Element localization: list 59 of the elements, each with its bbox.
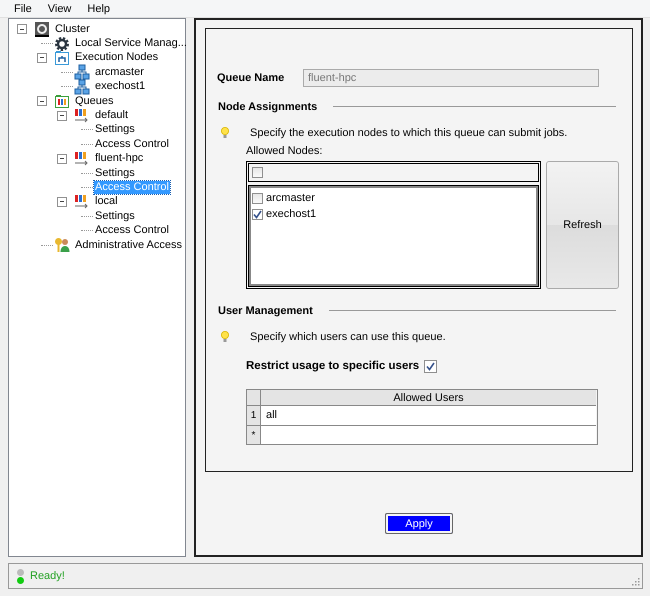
tree-item[interactable]: Cluster xyxy=(54,22,91,36)
row-header: * xyxy=(247,426,261,444)
network-nodes-icon xyxy=(74,64,90,80)
tree-item[interactable]: fluent-hpc xyxy=(94,152,144,166)
tree-item[interactable]: local xyxy=(94,195,119,208)
menu-item[interactable]: View xyxy=(42,2,80,14)
tree-item[interactable]: Queues xyxy=(74,94,115,108)
resize-grip-icon[interactable] xyxy=(630,576,640,586)
tree-item[interactable]: exechost1 xyxy=(94,80,146,94)
table-cell[interactable]: all xyxy=(261,406,596,426)
apply-button[interactable]: Apply xyxy=(385,513,453,534)
field-label: Allowed Nodes: xyxy=(246,145,324,158)
hint-text: Specify the execution nodes to which this queue can submit jobs. xyxy=(250,127,568,139)
collapse-icon[interactable] xyxy=(37,96,47,106)
table-cell[interactable] xyxy=(261,426,596,444)
lightbulb-icon xyxy=(221,127,229,139)
menu-item[interactable]: File xyxy=(8,2,40,14)
tree-item[interactable]: default xyxy=(94,109,130,122)
checkbox[interactable] xyxy=(252,192,263,204)
collapse-icon[interactable] xyxy=(57,154,67,164)
tree-item[interactable]: Execution Nodes xyxy=(74,51,160,64)
checkbox[interactable] xyxy=(424,360,438,372)
tree-item[interactable]: Settings xyxy=(94,123,136,136)
refresh-button[interactable]: Refresh xyxy=(546,161,619,289)
bar-folder-icon xyxy=(54,93,70,110)
key-person-icon xyxy=(54,237,70,254)
list-item[interactable]: arcmaster xyxy=(266,192,315,204)
tree-item[interactable]: Settings xyxy=(94,210,136,223)
menu-item[interactable]: Help xyxy=(81,2,118,14)
checkbox-label: Restrict usage to specific users xyxy=(246,360,420,372)
bars-arrow-icon xyxy=(74,150,90,167)
section-heading: Node Assignments xyxy=(217,100,318,112)
tree-item[interactable]: arcmaster xyxy=(94,66,145,79)
bars-arrow-icon xyxy=(74,194,90,210)
hint-text: Specify which users can use this queue. xyxy=(250,331,446,343)
column-header: Allowed Users xyxy=(261,390,596,406)
network-folder-icon xyxy=(54,50,70,66)
checkbox[interactable] xyxy=(252,167,263,178)
tree-item[interactable]: Administrative Access xyxy=(74,238,183,252)
collapse-icon[interactable] xyxy=(57,196,67,207)
collapse-icon[interactable] xyxy=(37,52,47,63)
section-heading: User Management xyxy=(217,304,313,316)
bars-arrow-icon xyxy=(74,108,90,124)
tree-item[interactable]: Access Control xyxy=(94,138,170,151)
status-light-icon xyxy=(17,568,24,584)
field-label: Queue Name xyxy=(217,72,286,84)
collapse-icon[interactable] xyxy=(57,110,67,121)
tree-item[interactable]: Settings xyxy=(94,166,136,180)
tree-item[interactable]: Local Service Manag... xyxy=(74,37,188,50)
lightbulb-icon xyxy=(221,331,229,343)
tree-item[interactable]: Access Control xyxy=(94,224,170,238)
checkbox[interactable] xyxy=(252,208,263,220)
gear-icon xyxy=(54,36,70,52)
cluster-icon xyxy=(34,21,50,38)
collapse-icon[interactable] xyxy=(17,24,27,34)
list-item[interactable]: exechost1 xyxy=(266,208,316,220)
status-text: Ready! xyxy=(30,570,65,582)
network-nodes-icon xyxy=(74,78,90,95)
row-header: 1 xyxy=(247,406,261,426)
